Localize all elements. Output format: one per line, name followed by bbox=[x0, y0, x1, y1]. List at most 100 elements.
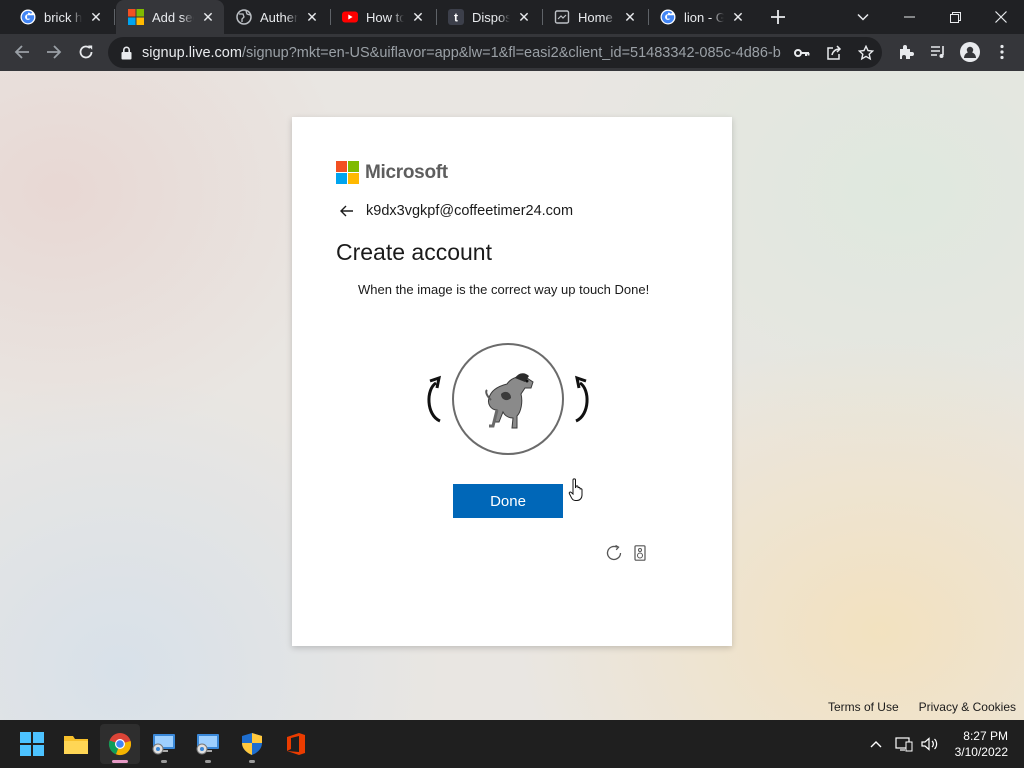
tab-how-to[interactable]: How to ✕ bbox=[330, 0, 434, 34]
tumblr-icon: t bbox=[448, 9, 464, 25]
hand-cursor-icon bbox=[568, 478, 583, 501]
close-icon[interactable]: ✕ bbox=[88, 9, 104, 25]
media-control-button[interactable] bbox=[924, 38, 952, 66]
volume-button[interactable] bbox=[918, 720, 942, 768]
tab-disposable[interactable]: t Disposa ✕ bbox=[436, 0, 540, 34]
minimize-button[interactable] bbox=[886, 0, 932, 34]
office-button[interactable] bbox=[276, 724, 316, 764]
restore-button[interactable] bbox=[932, 0, 978, 34]
rotate-left-icon[interactable] bbox=[422, 375, 448, 425]
microsoft-logo-icon bbox=[336, 161, 359, 184]
close-window-button[interactable] bbox=[978, 0, 1024, 34]
bookmark-star-button[interactable] bbox=[852, 39, 880, 67]
taskbar: 8:27 PM 3/10/2022 bbox=[0, 720, 1024, 768]
share-icon bbox=[827, 45, 842, 60]
close-icon[interactable]: ✕ bbox=[622, 9, 638, 25]
remote-desktop-button-2[interactable] bbox=[188, 724, 228, 764]
microsoft-logo: Microsoft bbox=[336, 161, 448, 184]
chevron-down-icon bbox=[857, 13, 869, 21]
tab-title: Disposa bbox=[472, 9, 510, 25]
tab-add-security[interactable]: Add sec ✕ bbox=[116, 0, 224, 34]
browser-toolbar: signup.live.com/signup?mkt=en-US&uiflavo… bbox=[0, 34, 1024, 71]
close-icon[interactable]: ✕ bbox=[200, 9, 216, 25]
new-challenge-icon[interactable] bbox=[605, 544, 623, 562]
page-content: Microsoft k9dx3vgkpf@coffeetimer24.com C… bbox=[0, 71, 1024, 720]
privacy-link[interactable]: Privacy & Cookies bbox=[919, 700, 1016, 714]
playlist-icon bbox=[931, 46, 944, 58]
start-button[interactable] bbox=[12, 724, 52, 764]
avatar-icon bbox=[960, 42, 980, 62]
minimize-icon bbox=[903, 16, 915, 18]
footer-links: Terms of Use Privacy & Cookies bbox=[808, 700, 1016, 714]
tab-title: lion - G bbox=[684, 9, 724, 25]
taskbar-clock[interactable]: 8:27 PM 3/10/2022 bbox=[955, 728, 1008, 760]
chrome-icon bbox=[108, 733, 132, 756]
tab-title: How to bbox=[366, 9, 404, 25]
rotate-right-icon[interactable] bbox=[568, 375, 594, 425]
restore-icon bbox=[949, 11, 961, 23]
audio-challenge-icon[interactable] bbox=[633, 545, 647, 561]
password-key-button[interactable] bbox=[788, 39, 816, 67]
start-icon bbox=[20, 732, 44, 756]
tab-strip: brick he ✕ Add sec ✕ Authent ✕ How to ✕ … bbox=[0, 0, 1024, 34]
identity-banner[interactable]: k9dx3vgkpf@coffeetimer24.com bbox=[340, 203, 573, 219]
done-button[interactable]: Done bbox=[453, 484, 563, 518]
office-icon bbox=[287, 733, 305, 755]
menu-button[interactable] bbox=[988, 38, 1016, 66]
file-explorer-icon bbox=[64, 736, 88, 754]
remote-desktop-button-1[interactable] bbox=[144, 724, 184, 764]
reload-button[interactable] bbox=[72, 38, 100, 66]
url-path: /signup?mkt=en-US&uiflavor=app&lw=1&fl=e… bbox=[241, 44, 782, 61]
remote-desktop-icon bbox=[196, 734, 219, 755]
network-icon bbox=[895, 737, 913, 752]
svg-text:t: t bbox=[454, 11, 458, 25]
share-button[interactable] bbox=[820, 39, 848, 67]
close-icon[interactable]: ✕ bbox=[410, 9, 426, 25]
microsoft-icon bbox=[128, 9, 144, 25]
puzzle-icon bbox=[900, 45, 914, 59]
tab-title: brick he bbox=[44, 9, 82, 25]
page-title: Create account bbox=[336, 239, 492, 265]
windows-security-button[interactable] bbox=[232, 724, 272, 764]
extensions-button[interactable] bbox=[892, 38, 920, 66]
close-icon[interactable]: ✕ bbox=[516, 9, 532, 25]
page-icon bbox=[554, 9, 570, 25]
url-host: signup.live.com bbox=[142, 44, 242, 61]
forward-button[interactable] bbox=[40, 38, 68, 66]
chrome-button[interactable] bbox=[100, 724, 140, 764]
close-icon bbox=[995, 11, 1007, 23]
clock-time: 8:27 PM bbox=[963, 729, 1008, 743]
arrow-left-icon bbox=[14, 45, 29, 59]
back-arrow-icon[interactable] bbox=[340, 205, 358, 217]
tab-authenticator[interactable]: Authent ✕ bbox=[224, 0, 328, 34]
reload-icon bbox=[79, 45, 93, 59]
tab-lion[interactable]: lion - G ✕ bbox=[648, 0, 754, 34]
url-text: signup.live.com/signup?mkt=en-US&uiflavo… bbox=[142, 45, 782, 61]
show-hidden-icons-button[interactable] bbox=[866, 720, 886, 768]
close-icon[interactable]: ✕ bbox=[304, 9, 320, 25]
more-vertical-icon bbox=[1000, 44, 1004, 60]
key-icon bbox=[794, 49, 810, 57]
tab-search-button[interactable] bbox=[840, 0, 886, 34]
tab-title: Authent bbox=[260, 9, 298, 25]
tab-title: Add sec bbox=[152, 9, 194, 25]
brand-name: Microsoft bbox=[365, 161, 448, 183]
lock-icon bbox=[118, 46, 134, 60]
network-button[interactable] bbox=[892, 720, 916, 768]
back-button[interactable] bbox=[8, 38, 36, 66]
terms-link[interactable]: Terms of Use bbox=[828, 700, 899, 714]
tab-brick[interactable]: brick he ✕ bbox=[8, 0, 112, 34]
tab-home[interactable]: Home - ✕ bbox=[542, 0, 646, 34]
plus-icon bbox=[771, 10, 785, 24]
signup-card: Microsoft k9dx3vgkpf@coffeetimer24.com C… bbox=[292, 117, 732, 646]
clock-date: 3/10/2022 bbox=[954, 745, 1008, 759]
new-tab-button[interactable] bbox=[766, 5, 790, 29]
speaker-icon bbox=[921, 737, 938, 751]
close-icon[interactable]: ✕ bbox=[730, 9, 746, 25]
profile-button[interactable] bbox=[956, 38, 984, 66]
youtube-icon bbox=[342, 9, 358, 25]
address-bar[interactable]: signup.live.com/signup?mkt=en-US&uiflavo… bbox=[108, 37, 882, 68]
globe-icon bbox=[236, 9, 252, 25]
dog-figurine-icon bbox=[485, 373, 534, 429]
file-explorer-button[interactable] bbox=[56, 724, 96, 764]
